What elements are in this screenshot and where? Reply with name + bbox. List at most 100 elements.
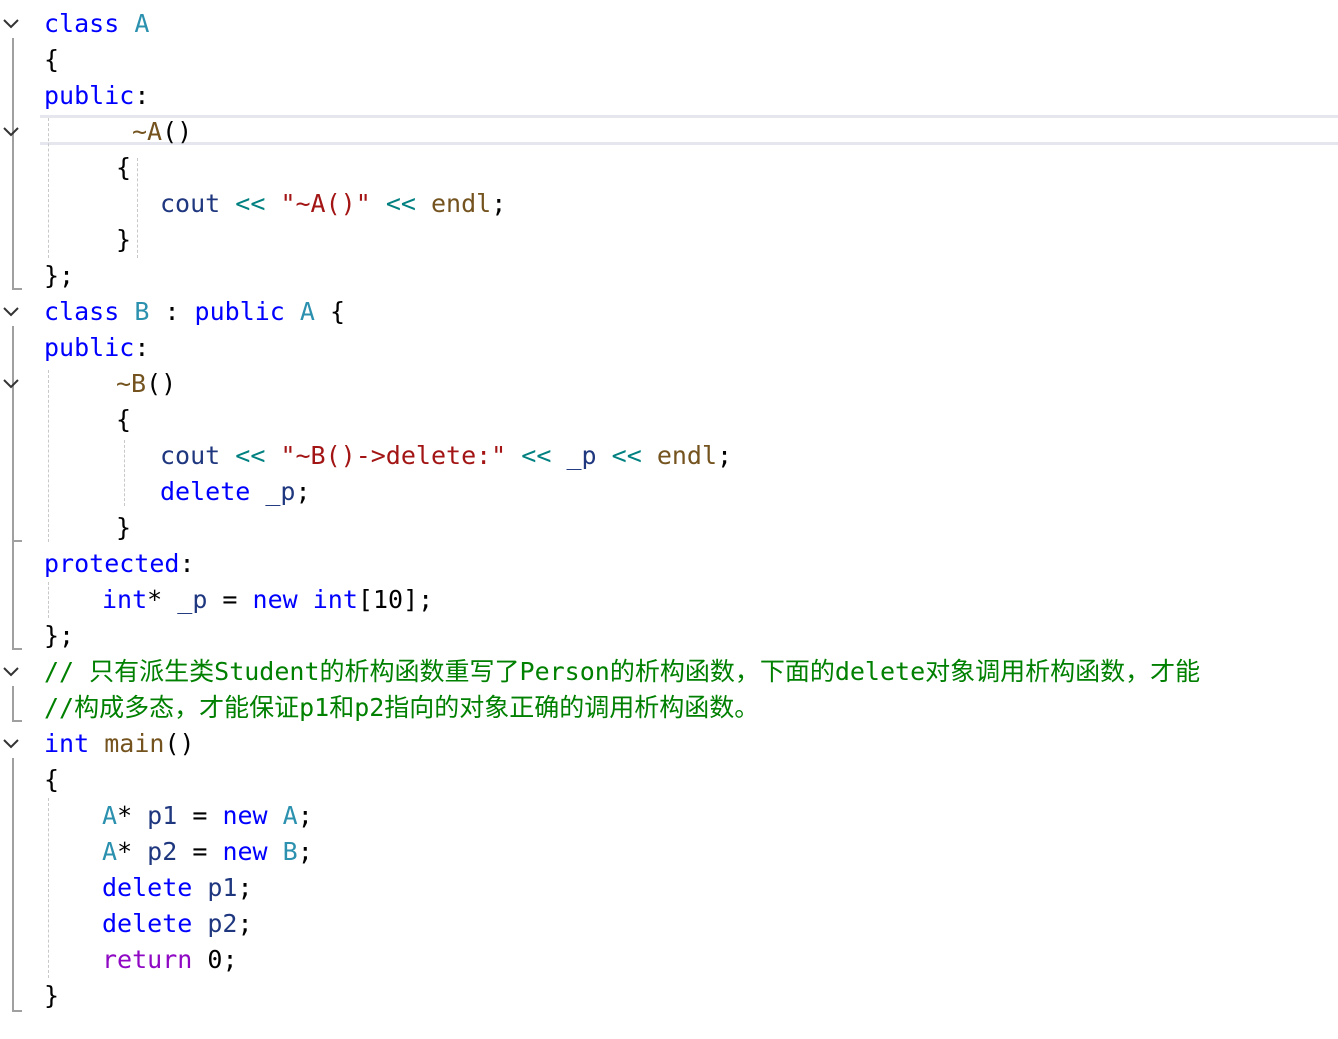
code-token: * — [117, 801, 148, 830]
code-token: : — [134, 81, 150, 110]
code-token: new — [222, 837, 268, 866]
code-text: class A — [44, 6, 149, 42]
code-line[interactable]: return 0; — [0, 942, 1338, 978]
code-text: { — [44, 42, 59, 78]
code-line[interactable]: cout << "~A()" << endl; — [0, 186, 1338, 222]
code-text: public: — [44, 330, 149, 366]
code-line[interactable]: protected: — [0, 546, 1338, 582]
code-text: protected: — [44, 546, 195, 582]
code-line[interactable]: { — [0, 402, 1338, 438]
code-editor[interactable]: class A{public: ~A(){cout << "~A()" << en… — [0, 0, 1338, 1039]
code-line[interactable]: delete _p; — [0, 474, 1338, 510]
code-text: }; — [44, 258, 74, 294]
code-line[interactable]: // 只有派生类Student的析构函数重写了Person的析构函数，下面的de… — [0, 654, 1338, 690]
code-token: << — [385, 189, 416, 218]
code-text: { — [116, 150, 131, 186]
code-token: () — [162, 117, 193, 146]
code-line[interactable]: int* _p = new int[10]; — [0, 582, 1338, 618]
code-token: ]; — [403, 585, 434, 614]
code-text: return 0; — [102, 942, 238, 978]
code-line[interactable]: }; — [0, 618, 1338, 654]
code-text: delete _p; — [160, 474, 311, 510]
code-token: delete — [102, 909, 193, 938]
code-token: B — [134, 297, 150, 326]
code-token: return — [102, 945, 193, 974]
code-text: { — [44, 762, 59, 798]
code-token: { — [44, 45, 60, 74]
code-text: ~A() — [132, 114, 192, 150]
code-token: _p — [265, 477, 296, 506]
code-token: class — [44, 297, 120, 326]
code-line[interactable]: //构成多态，才能保证p1和p2指向的对象正确的调用析构函数。 — [0, 690, 1338, 726]
code-token: << — [235, 189, 266, 218]
code-line[interactable]: delete p1; — [0, 870, 1338, 906]
code-line[interactable]: delete p2; — [0, 906, 1338, 942]
code-token: // 只有派生类Student的析构函数重写了Person的析构函数，下面的de… — [44, 657, 1201, 686]
chevron-down-icon[interactable] — [2, 666, 20, 678]
code-line[interactable]: ~A() — [0, 114, 1338, 150]
code-token: { — [44, 765, 60, 794]
code-token: { — [116, 405, 132, 434]
code-token: ~A — [132, 117, 163, 146]
code-line[interactable]: } — [0, 222, 1338, 258]
code-line[interactable]: { — [0, 762, 1338, 798]
code-token: } — [44, 981, 60, 1010]
code-text: class B : public A { — [44, 294, 345, 330]
code-line[interactable]: cout << "~B()->delete:" << _p << endl; — [0, 438, 1338, 474]
code-token: << — [521, 441, 552, 470]
code-text: A* p2 = new B; — [102, 834, 313, 870]
chevron-down-icon[interactable] — [2, 126, 20, 138]
code-token: A — [282, 801, 298, 830]
code-line[interactable]: public: — [0, 330, 1338, 366]
chevron-down-icon[interactable] — [2, 738, 20, 750]
code-token: } — [116, 225, 132, 254]
code-token: ~B — [116, 369, 147, 398]
code-line[interactable]: { — [0, 150, 1338, 186]
code-line[interactable]: int main() — [0, 726, 1338, 762]
code-token: ; — [297, 837, 313, 866]
code-token: "~A()" — [280, 189, 371, 218]
code-line[interactable]: A* p2 = new B; — [0, 834, 1338, 870]
code-line[interactable]: class A — [0, 6, 1338, 42]
code-text: public: — [44, 78, 149, 114]
code-token: int — [312, 585, 358, 614]
chevron-down-icon[interactable] — [2, 378, 20, 390]
code-token: << — [235, 441, 266, 470]
code-token: ; — [222, 945, 238, 974]
code-line[interactable]: } — [0, 510, 1338, 546]
code-line[interactable]: ~B() — [0, 366, 1338, 402]
code-line[interactable]: } — [0, 978, 1338, 1014]
code-line[interactable]: A* p1 = new A; — [0, 798, 1338, 834]
code-line[interactable]: }; — [0, 258, 1338, 294]
code-line[interactable]: { — [0, 42, 1338, 78]
code-token: ; — [237, 873, 253, 902]
code-line[interactable]: public: — [0, 78, 1338, 114]
code-token: "~B()->delete:" — [280, 441, 507, 470]
code-token: main — [104, 729, 165, 758]
code-token: p2 — [207, 909, 238, 938]
code-token: ; — [717, 441, 733, 470]
code-token: A — [102, 837, 118, 866]
code-token: new — [252, 585, 298, 614]
code-token: B — [282, 837, 298, 866]
code-token: cout — [160, 441, 221, 470]
code-token: 10 — [372, 585, 404, 614]
code-token: public — [44, 333, 135, 362]
code-token: delete — [102, 873, 193, 902]
code-line[interactable]: class B : public A { — [0, 294, 1338, 330]
code-text: delete p1; — [102, 870, 253, 906]
chevron-down-icon[interactable] — [2, 18, 20, 30]
code-token: cout — [160, 189, 221, 218]
chevron-down-icon[interactable] — [2, 306, 20, 318]
